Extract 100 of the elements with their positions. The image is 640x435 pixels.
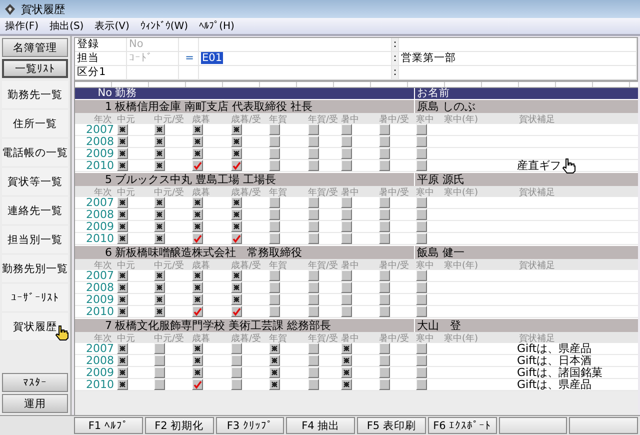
checkbox[interactable] bbox=[231, 233, 242, 244]
field-label: 登録 bbox=[75, 38, 127, 51]
checkbox[interactable] bbox=[192, 306, 203, 317]
year-cell-text: 2007 bbox=[85, 270, 115, 281]
nav-button[interactable]: 一覧ﾘｽﾄ bbox=[2, 59, 68, 78]
separator-label: : bbox=[393, 66, 397, 78]
column-header: 年次 bbox=[94, 186, 112, 198]
year-cell-text: 2008 bbox=[85, 209, 115, 220]
column-header: 暑中 bbox=[340, 186, 360, 199]
nav-button[interactable]: 名簿管理 bbox=[2, 38, 68, 57]
column-header: 年次 bbox=[94, 114, 112, 125]
column-header: 賀状補足 bbox=[518, 114, 556, 126]
blank-button[interactable] bbox=[498, 417, 568, 434]
column-header: 暑中/受 bbox=[378, 114, 410, 126]
column-header: 中元 bbox=[116, 114, 136, 126]
year-cell-text: 2009 bbox=[85, 294, 115, 305]
menu-item[interactable]: ﾍﾙﾌﾟ(H) bbox=[196, 20, 242, 32]
checkbox[interactable] bbox=[192, 379, 203, 390]
column-header: 年次 bbox=[94, 332, 112, 344]
column-header: 中元 bbox=[116, 186, 136, 199]
column-header: 歳暮 bbox=[191, 186, 211, 199]
column-header: 歳暮 bbox=[191, 114, 211, 126]
function-key-button[interactable]: F5 表印刷 bbox=[357, 417, 426, 434]
column-header: 歳暮/受 bbox=[230, 260, 262, 272]
year-cell-text: 2007 bbox=[85, 343, 115, 354]
column-header: 寒中(年) bbox=[443, 260, 480, 272]
column-header: 中元/受 bbox=[153, 260, 186, 272]
checkbox[interactable] bbox=[192, 233, 203, 244]
column-header: 寒中(年) bbox=[443, 114, 480, 126]
year-cell-text: 2010 bbox=[85, 160, 115, 171]
year-cell-text: 2010 bbox=[85, 233, 115, 244]
note-text: Giftは、日本酒 bbox=[517, 354, 592, 367]
field-label: No bbox=[127, 38, 179, 51]
record-number: 1 bbox=[104, 100, 113, 113]
function-key-button[interactable]: F4 抽出 bbox=[286, 417, 355, 434]
field-label: ｺｰﾄﾞ bbox=[127, 52, 179, 65]
column-header: 中元/受 bbox=[153, 186, 186, 199]
note-text: Giftは、県産品 bbox=[517, 378, 592, 391]
column-header: 暑中/受 bbox=[378, 260, 410, 272]
checkbox[interactable] bbox=[231, 160, 242, 171]
nav-button[interactable]: 運用 bbox=[2, 394, 68, 413]
company-name: 板橋信用金庫 南町支店 代表取締役 社長 bbox=[115, 100, 314, 113]
menu-item[interactable]: ｳｨﾝﾄﾞｳ(W) bbox=[137, 20, 196, 32]
company-name: ブルックス中丸 豊島工場 工場長 bbox=[115, 173, 277, 186]
year-cell-text: 2008 bbox=[85, 136, 115, 147]
year-cell-text: 2009 bbox=[85, 148, 115, 159]
input-field[interactable]: E01 bbox=[201, 52, 223, 64]
column-header: 暑中/受 bbox=[378, 332, 410, 345]
menu-item[interactable]: 抽出(S) bbox=[46, 19, 92, 33]
app-icon bbox=[4, 2, 17, 16]
column-header: 年賀 bbox=[268, 332, 288, 345]
column-header: 暑中 bbox=[340, 260, 360, 272]
column-header: 年次 bbox=[94, 260, 112, 271]
column-header: 寒中 bbox=[415, 260, 435, 272]
column-header: 賀状補足 bbox=[519, 332, 556, 344]
separator-label: : bbox=[393, 38, 397, 50]
column-header: 寒中(年) bbox=[443, 186, 480, 199]
column-header: 寒中 bbox=[415, 332, 435, 345]
menu-item[interactable]: 表示(V) bbox=[92, 19, 138, 33]
note-text: 産直ギフ bbox=[517, 159, 561, 172]
checkbox[interactable] bbox=[192, 160, 203, 171]
field-value: 営業第一部 bbox=[399, 52, 637, 65]
record-number: 5 bbox=[104, 173, 113, 186]
column-header: 年賀 bbox=[268, 186, 288, 199]
year-cell-text: 2009 bbox=[85, 221, 115, 232]
year-cell-text: 2008 bbox=[85, 282, 115, 293]
column-header: 歳暮/受 bbox=[230, 114, 262, 126]
column-header: 中元 bbox=[116, 332, 136, 345]
column-header: 歳暮 bbox=[191, 260, 211, 272]
function-key-button[interactable]: F1 ﾍﾙﾌﾟ bbox=[74, 417, 143, 434]
column-header: 勤務 bbox=[115, 88, 138, 99]
year-cell-text: 2008 bbox=[85, 355, 115, 366]
note-text: Giftは、諸国銘菓 bbox=[517, 366, 603, 379]
column-header: 年賀/受 bbox=[307, 186, 339, 199]
nav-button[interactable]: ﾏｽﾀｰ bbox=[2, 373, 68, 392]
year-cell-text: 2007 bbox=[85, 124, 115, 135]
field-label: 区分1 bbox=[75, 66, 127, 79]
year-cell-text: 2009 bbox=[85, 367, 115, 378]
column-header: 暑中 bbox=[340, 114, 360, 126]
checkbox[interactable] bbox=[231, 306, 242, 317]
column-header: 中元/受 bbox=[153, 332, 186, 345]
window-title: 賀状履歴 bbox=[21, 2, 65, 16]
column-header: 賀状補足 bbox=[518, 260, 556, 272]
column-header: 年賀/受 bbox=[307, 332, 339, 345]
field-label: 担当 bbox=[75, 52, 127, 65]
column-header: 賀状補足 bbox=[518, 186, 556, 199]
column-header: 年賀/受 bbox=[307, 114, 339, 126]
record-number: 7 bbox=[104, 319, 113, 332]
function-key-button[interactable]: F6 ｴｸｽﾎﾟｰﾄ bbox=[428, 417, 496, 434]
operator-label: = bbox=[179, 52, 199, 65]
blank-button[interactable] bbox=[569, 417, 638, 434]
function-key-button[interactable]: F2 初期化 bbox=[144, 417, 214, 434]
hand-cursor-icon bbox=[54, 325, 70, 341]
function-key-button[interactable]: F3 ｸﾘｯﾌﾟ bbox=[216, 417, 284, 434]
column-header: 寒中 bbox=[415, 114, 435, 126]
column-header: 歳暮/受 bbox=[230, 332, 262, 345]
column-header: 中元 bbox=[116, 260, 136, 272]
column-header: 中元/受 bbox=[153, 114, 186, 126]
record-number: 6 bbox=[104, 246, 113, 259]
menu-item[interactable]: 操作(F) bbox=[2, 19, 47, 33]
